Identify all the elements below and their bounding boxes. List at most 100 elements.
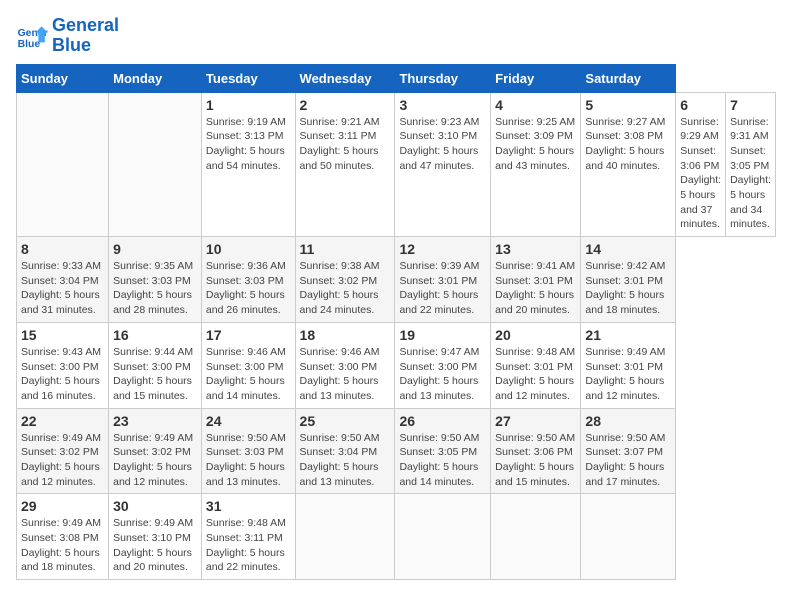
day-info: Sunrise: 9:29 AMSunset: 3:06 PMDaylight:… (680, 115, 721, 233)
calendar-cell (17, 92, 109, 237)
day-number: 21 (585, 327, 671, 343)
calendar-cell: 28 Sunrise: 9:50 AMSunset: 3:07 PMDaylig… (581, 408, 676, 494)
calendar-cell: 6 Sunrise: 9:29 AMSunset: 3:06 PMDayligh… (676, 92, 726, 237)
day-number: 7 (730, 97, 771, 113)
day-info: Sunrise: 9:31 AMSunset: 3:05 PMDaylight:… (730, 115, 771, 233)
weekday-header-saturday: Saturday (581, 64, 676, 92)
calendar-cell (491, 494, 581, 580)
weekday-header-friday: Friday (491, 64, 581, 92)
day-info: Sunrise: 9:39 AMSunset: 3:01 PMDaylight:… (399, 259, 486, 318)
calendar-body: 1 Sunrise: 9:19 AMSunset: 3:13 PMDayligh… (17, 92, 776, 580)
calendar-cell: 30 Sunrise: 9:49 AMSunset: 3:10 PMDaylig… (109, 494, 202, 580)
day-info: Sunrise: 9:50 AMSunset: 3:07 PMDaylight:… (585, 431, 671, 490)
day-info: Sunrise: 9:46 AMSunset: 3:00 PMDaylight:… (300, 345, 391, 404)
calendar-table: SundayMondayTuesdayWednesdayThursdayFrid… (16, 64, 776, 581)
calendar-cell: 23 Sunrise: 9:49 AMSunset: 3:02 PMDaylig… (109, 408, 202, 494)
day-number: 11 (300, 241, 391, 257)
day-number: 28 (585, 413, 671, 429)
day-number: 24 (206, 413, 291, 429)
calendar-cell: 29 Sunrise: 9:49 AMSunset: 3:08 PMDaylig… (17, 494, 109, 580)
day-info: Sunrise: 9:50 AMSunset: 3:05 PMDaylight:… (399, 431, 486, 490)
day-info: Sunrise: 9:49 AMSunset: 3:01 PMDaylight:… (585, 345, 671, 404)
day-info: Sunrise: 9:48 AMSunset: 3:11 PMDaylight:… (206, 516, 291, 575)
calendar-cell (395, 494, 491, 580)
day-info: Sunrise: 9:43 AMSunset: 3:00 PMDaylight:… (21, 345, 104, 404)
day-info: Sunrise: 9:49 AMSunset: 3:02 PMDaylight:… (113, 431, 197, 490)
calendar-cell: 31 Sunrise: 9:48 AMSunset: 3:11 PMDaylig… (201, 494, 295, 580)
calendar-cell (295, 494, 395, 580)
day-info: Sunrise: 9:42 AMSunset: 3:01 PMDaylight:… (585, 259, 671, 318)
day-info: Sunrise: 9:48 AMSunset: 3:01 PMDaylight:… (495, 345, 576, 404)
day-number: 2 (300, 97, 391, 113)
day-number: 18 (300, 327, 391, 343)
day-number: 20 (495, 327, 576, 343)
calendar-cell: 12 Sunrise: 9:39 AMSunset: 3:01 PMDaylig… (395, 237, 491, 323)
day-number: 5 (585, 97, 671, 113)
calendar-week-1: 8 Sunrise: 9:33 AMSunset: 3:04 PMDayligh… (17, 237, 776, 323)
day-info: Sunrise: 9:46 AMSunset: 3:00 PMDaylight:… (206, 345, 291, 404)
calendar-cell: 18 Sunrise: 9:46 AMSunset: 3:00 PMDaylig… (295, 322, 395, 408)
day-number: 3 (399, 97, 486, 113)
day-info: Sunrise: 9:25 AMSunset: 3:09 PMDaylight:… (495, 115, 576, 174)
calendar-cell: 24 Sunrise: 9:50 AMSunset: 3:03 PMDaylig… (201, 408, 295, 494)
calendar-week-4: 29 Sunrise: 9:49 AMSunset: 3:08 PMDaylig… (17, 494, 776, 580)
calendar-cell: 17 Sunrise: 9:46 AMSunset: 3:00 PMDaylig… (201, 322, 295, 408)
logo-line2: Blue (52, 36, 119, 56)
logo: General Blue General Blue (16, 16, 119, 56)
day-number: 22 (21, 413, 104, 429)
day-number: 13 (495, 241, 576, 257)
calendar-week-3: 22 Sunrise: 9:49 AMSunset: 3:02 PMDaylig… (17, 408, 776, 494)
day-info: Sunrise: 9:19 AMSunset: 3:13 PMDaylight:… (206, 115, 291, 174)
calendar-cell: 27 Sunrise: 9:50 AMSunset: 3:06 PMDaylig… (491, 408, 581, 494)
calendar-cell: 14 Sunrise: 9:42 AMSunset: 3:01 PMDaylig… (581, 237, 676, 323)
calendar-cell: 8 Sunrise: 9:33 AMSunset: 3:04 PMDayligh… (17, 237, 109, 323)
day-number: 8 (21, 241, 104, 257)
calendar-cell: 4 Sunrise: 9:25 AMSunset: 3:09 PMDayligh… (491, 92, 581, 237)
calendar-cell: 5 Sunrise: 9:27 AMSunset: 3:08 PMDayligh… (581, 92, 676, 237)
calendar-cell (581, 494, 676, 580)
day-number: 17 (206, 327, 291, 343)
day-info: Sunrise: 9:27 AMSunset: 3:08 PMDaylight:… (585, 115, 671, 174)
day-number: 19 (399, 327, 486, 343)
day-info: Sunrise: 9:21 AMSunset: 3:11 PMDaylight:… (300, 115, 391, 174)
calendar-cell: 3 Sunrise: 9:23 AMSunset: 3:10 PMDayligh… (395, 92, 491, 237)
calendar-cell: 20 Sunrise: 9:48 AMSunset: 3:01 PMDaylig… (491, 322, 581, 408)
day-info: Sunrise: 9:44 AMSunset: 3:00 PMDaylight:… (113, 345, 197, 404)
calendar-cell: 15 Sunrise: 9:43 AMSunset: 3:00 PMDaylig… (17, 322, 109, 408)
day-number: 27 (495, 413, 576, 429)
day-number: 30 (113, 498, 197, 514)
weekday-header-tuesday: Tuesday (201, 64, 295, 92)
calendar-week-0: 1 Sunrise: 9:19 AMSunset: 3:13 PMDayligh… (17, 92, 776, 237)
day-number: 12 (399, 241, 486, 257)
day-info: Sunrise: 9:47 AMSunset: 3:00 PMDaylight:… (399, 345, 486, 404)
calendar-cell: 10 Sunrise: 9:36 AMSunset: 3:03 PMDaylig… (201, 237, 295, 323)
calendar-cell: 25 Sunrise: 9:50 AMSunset: 3:04 PMDaylig… (295, 408, 395, 494)
day-info: Sunrise: 9:49 AMSunset: 3:02 PMDaylight:… (21, 431, 104, 490)
day-info: Sunrise: 9:50 AMSunset: 3:04 PMDaylight:… (300, 431, 391, 490)
logo-line1: General (52, 16, 119, 36)
day-number: 15 (21, 327, 104, 343)
logo-icon: General Blue (16, 20, 48, 52)
day-info: Sunrise: 9:23 AMSunset: 3:10 PMDaylight:… (399, 115, 486, 174)
day-number: 26 (399, 413, 486, 429)
calendar-cell: 16 Sunrise: 9:44 AMSunset: 3:00 PMDaylig… (109, 322, 202, 408)
day-info: Sunrise: 9:38 AMSunset: 3:02 PMDaylight:… (300, 259, 391, 318)
calendar-cell: 11 Sunrise: 9:38 AMSunset: 3:02 PMDaylig… (295, 237, 395, 323)
calendar-cell: 21 Sunrise: 9:49 AMSunset: 3:01 PMDaylig… (581, 322, 676, 408)
day-info: Sunrise: 9:50 AMSunset: 3:06 PMDaylight:… (495, 431, 576, 490)
svg-text:Blue: Blue (18, 39, 41, 50)
calendar-cell: 2 Sunrise: 9:21 AMSunset: 3:11 PMDayligh… (295, 92, 395, 237)
day-number: 31 (206, 498, 291, 514)
calendar-cell: 19 Sunrise: 9:47 AMSunset: 3:00 PMDaylig… (395, 322, 491, 408)
day-number: 4 (495, 97, 576, 113)
calendar-cell: 26 Sunrise: 9:50 AMSunset: 3:05 PMDaylig… (395, 408, 491, 494)
calendar-cell: 22 Sunrise: 9:49 AMSunset: 3:02 PMDaylig… (17, 408, 109, 494)
day-number: 14 (585, 241, 671, 257)
day-number: 16 (113, 327, 197, 343)
calendar-cell: 13 Sunrise: 9:41 AMSunset: 3:01 PMDaylig… (491, 237, 581, 323)
weekday-header-thursday: Thursday (395, 64, 491, 92)
day-info: Sunrise: 9:41 AMSunset: 3:01 PMDaylight:… (495, 259, 576, 318)
calendar-cell: 7 Sunrise: 9:31 AMSunset: 3:05 PMDayligh… (726, 92, 776, 237)
weekday-header-monday: Monday (109, 64, 202, 92)
day-info: Sunrise: 9:36 AMSunset: 3:03 PMDaylight:… (206, 259, 291, 318)
